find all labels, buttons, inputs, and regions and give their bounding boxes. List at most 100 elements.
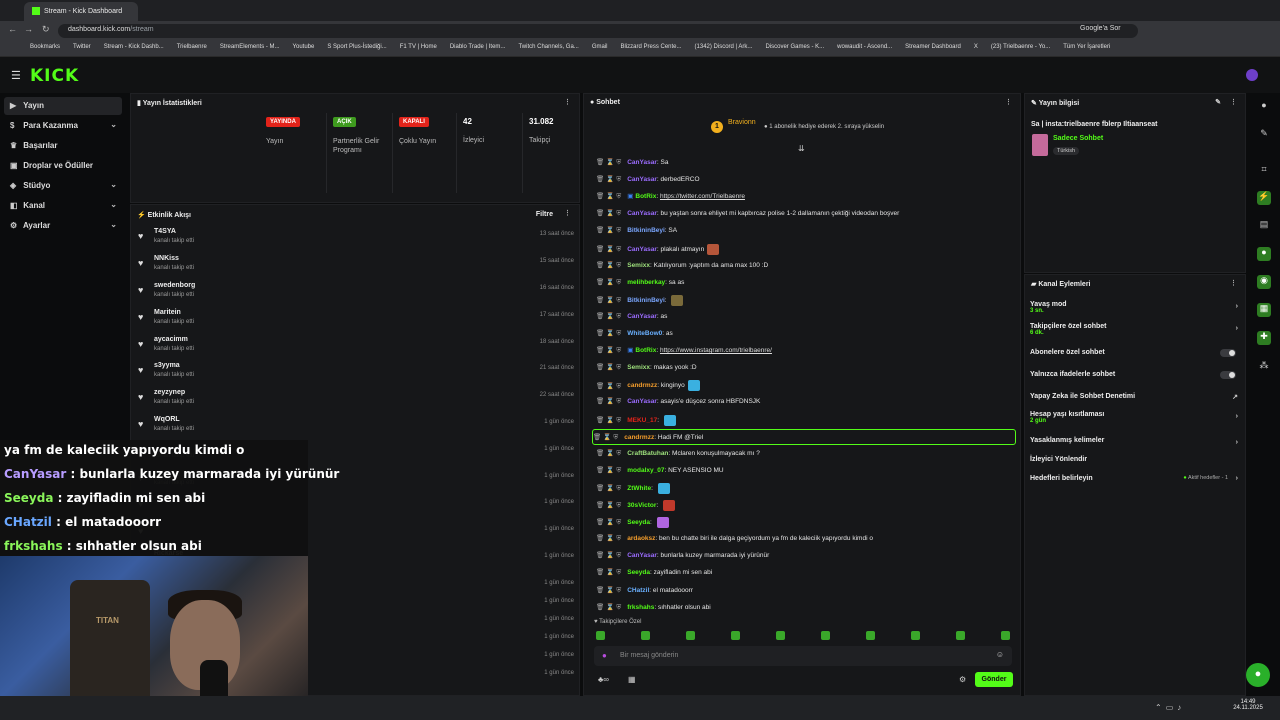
- sidebar-item-ayarlar[interactable]: ⚙ Ayarlar ⌄: [4, 217, 122, 235]
- mod-actions-icon[interactable]: 🗑⌛⛨: [596, 246, 623, 253]
- chat-username[interactable]: 30sVictor: [627, 502, 656, 509]
- bookmark-item[interactable]: StreamElements - M...: [220, 44, 280, 50]
- chat-username[interactable]: CanYasar: [627, 398, 657, 405]
- mod-actions-icon[interactable]: 🗑⌛⛨: [596, 347, 623, 354]
- bookmark-item[interactable]: Youtube: [293, 44, 315, 50]
- sidebar-item-droplar[interactable]: ▣ Droplar ve Ödüller: [4, 157, 122, 175]
- bookmark-item[interactable]: Gmail: [592, 44, 608, 50]
- toggle-switch[interactable]: [1220, 349, 1236, 357]
- mod-actions-icon[interactable]: 🗑⌛⛨: [596, 330, 623, 337]
- bookmark-item[interactable]: Discover Games - K...: [765, 44, 824, 50]
- channel-action-item[interactable]: Hedefleri belirleyin ● Aktif hedefler - 1…: [1030, 475, 1242, 482]
- more-icon[interactable]: ⋮: [1230, 98, 1237, 106]
- mod-actions-icon[interactable]: 🗑⌛⛨: [596, 467, 623, 474]
- activity-name[interactable]: NNKiss: [154, 255, 179, 262]
- edit-icon[interactable]: ✎: [1215, 98, 1221, 106]
- emote-icon[interactable]: [776, 631, 785, 640]
- category-name[interactable]: Sadece Sohbet: [1053, 135, 1103, 142]
- bookmark-item[interactable]: Trielbaenre: [177, 44, 207, 50]
- channel-action-item[interactable]: Abonelere özel sohbet: [1030, 349, 1242, 357]
- mod-actions-icon[interactable]: 🗑⌛⛨: [596, 297, 623, 304]
- bookmark-item[interactable]: Diablo Trade | Item...: [450, 44, 506, 50]
- share-icon[interactable]: ⁂: [1257, 360, 1271, 374]
- emote-icon[interactable]: [956, 631, 965, 640]
- emote-icon[interactable]: [596, 631, 605, 640]
- chat-username[interactable]: CanYasar: [627, 159, 657, 166]
- chat-username[interactable]: candrmzz: [627, 383, 657, 390]
- chat-text[interactable]: https://twitter.com/Trielbaenre: [660, 193, 745, 200]
- emote-icon[interactable]: [686, 631, 695, 640]
- bolt-icon[interactable]: ⚡: [1257, 191, 1271, 205]
- chat-username[interactable]: Seeyda: [627, 519, 650, 526]
- chat-username[interactable]: CanYasar: [627, 210, 657, 217]
- mod-actions-icon[interactable]: 🗑⌛⛨: [596, 227, 623, 234]
- chat-username[interactable]: WhiteBow0: [627, 330, 662, 337]
- pen-icon[interactable]: ✎: [1257, 128, 1271, 142]
- channel-action-item[interactable]: Yapay Zeka ile Sohbet Denetimi ↗: [1030, 393, 1242, 401]
- mod-actions-icon[interactable]: 🗑⌛⛨: [596, 262, 623, 269]
- sidebar-item-studyo[interactable]: ◈ Stüdyo ⌄: [4, 177, 122, 195]
- mod-actions-icon[interactable]: 🗑⌛⛨: [596, 552, 623, 559]
- emote-icon[interactable]: [1001, 631, 1010, 640]
- mod-actions-icon[interactable]: 🗑⌛⛨: [596, 398, 623, 405]
- chat-username[interactable]: candrmzz: [624, 434, 654, 441]
- chat-username[interactable]: Semixx: [627, 364, 650, 371]
- bookmark-item[interactable]: Streamer Dashboard: [905, 44, 961, 50]
- mod-actions-icon[interactable]: 🗑⌛⛨: [596, 176, 623, 183]
- user-link-icon[interactable]: ♣∞: [598, 675, 609, 684]
- channel-action-item[interactable]: Takipçilere özel sohbet 6 dk. ›: [1030, 323, 1242, 336]
- chat-username[interactable]: CanYasar: [627, 313, 657, 320]
- chat-username[interactable]: CraftBatuhan: [627, 450, 668, 457]
- bookmark-item[interactable]: Tüm Yer İşaretleri: [1063, 44, 1110, 50]
- chat-username[interactable]: CanYasar: [627, 176, 657, 183]
- emoji-icon[interactable]: ☺: [996, 650, 1004, 659]
- mod-actions-icon[interactable]: 🗑⌛⛨: [596, 604, 623, 611]
- chat-username[interactable]: Semixx: [627, 262, 650, 269]
- mod-actions-icon[interactable]: 🗑⌛⛨: [596, 383, 623, 390]
- reload-icon[interactable]: ↻: [42, 24, 50, 35]
- mod-actions-icon[interactable]: 🗑⌛⛨: [596, 417, 623, 424]
- bookmark-item[interactable]: Stream - Kick Dashb...: [104, 44, 164, 50]
- channel-action-item[interactable]: Hesap yaşı kısıtlaması 2 gün ›: [1030, 411, 1242, 424]
- filter-button[interactable]: Filtre: [536, 211, 553, 218]
- chat-username[interactable]: frkshahs: [627, 604, 654, 611]
- chat-text[interactable]: https://www.instagram.com/trielbaenre/: [660, 347, 772, 354]
- more-icon[interactable]: ⋮: [1230, 279, 1237, 287]
- mod-actions-icon[interactable]: 🗑⌛⛨: [596, 450, 623, 457]
- address-bar[interactable]: dashboard.kick.com/stream: [58, 24, 1138, 38]
- activity-name[interactable]: Maritein: [154, 309, 181, 316]
- sidebar-item-basarilar[interactable]: ♛ Başarılar: [4, 137, 122, 155]
- mod-actions-icon[interactable]: 🗑⌛⛨: [596, 313, 623, 320]
- mod-actions-icon[interactable]: 🗑⌛⛨: [596, 535, 623, 542]
- crop-icon[interactable]: ⌗: [1257, 164, 1271, 178]
- info-icon[interactable]: ●: [1257, 100, 1271, 114]
- table-icon[interactable]: ▦: [1257, 303, 1271, 317]
- scroll-down-icon[interactable]: ⇊: [798, 144, 805, 153]
- mod-actions-icon[interactable]: 🗑⌛⛨: [596, 193, 623, 200]
- doc-icon[interactable]: ▤: [1257, 219, 1271, 233]
- chat-username[interactable]: modalxy_07: [627, 467, 664, 474]
- chat-username[interactable]: CanYasar: [627, 552, 657, 559]
- chat-username[interactable]: CanYasar: [627, 246, 657, 253]
- browser-tab-active[interactable]: Stream - Kick Dashboard: [24, 2, 138, 21]
- emote-icon[interactable]: [731, 631, 740, 640]
- bookmark-item[interactable]: (23) Trielbaenre - Yo...: [991, 44, 1050, 50]
- help-chat-icon[interactable]: ●: [1246, 663, 1270, 687]
- chat-username[interactable]: BitkininBeyi: [627, 297, 665, 304]
- activity-name[interactable]: WqORL: [154, 416, 180, 423]
- activity-name[interactable]: s3yyma: [154, 362, 180, 369]
- more-icon[interactable]: ⋮: [564, 98, 571, 106]
- activity-name[interactable]: zeyzynep: [154, 389, 185, 396]
- emote-icon[interactable]: [866, 631, 875, 640]
- mod-actions-icon[interactable]: 🗑⌛⛨: [596, 364, 623, 371]
- tray-icons[interactable]: ⌃▭♪: [1155, 703, 1185, 712]
- more-icon[interactable]: ⋮: [564, 209, 571, 217]
- mod-actions-icon[interactable]: 🗑⌛⛨: [596, 587, 623, 594]
- forward-icon[interactable]: →: [24, 24, 33, 34]
- chat-username[interactable]: MEKU_17: [627, 417, 657, 424]
- settings-icon[interactable]: ⚙: [959, 675, 966, 684]
- channel-action-item[interactable]: Yasaklanmış kelimeler ›: [1030, 437, 1242, 446]
- more-icon[interactable]: ⋮: [1005, 98, 1012, 106]
- mod-actions-icon[interactable]: 🗑⌛⛨: [596, 569, 623, 576]
- pinned-user[interactable]: Bravionn: [728, 119, 756, 126]
